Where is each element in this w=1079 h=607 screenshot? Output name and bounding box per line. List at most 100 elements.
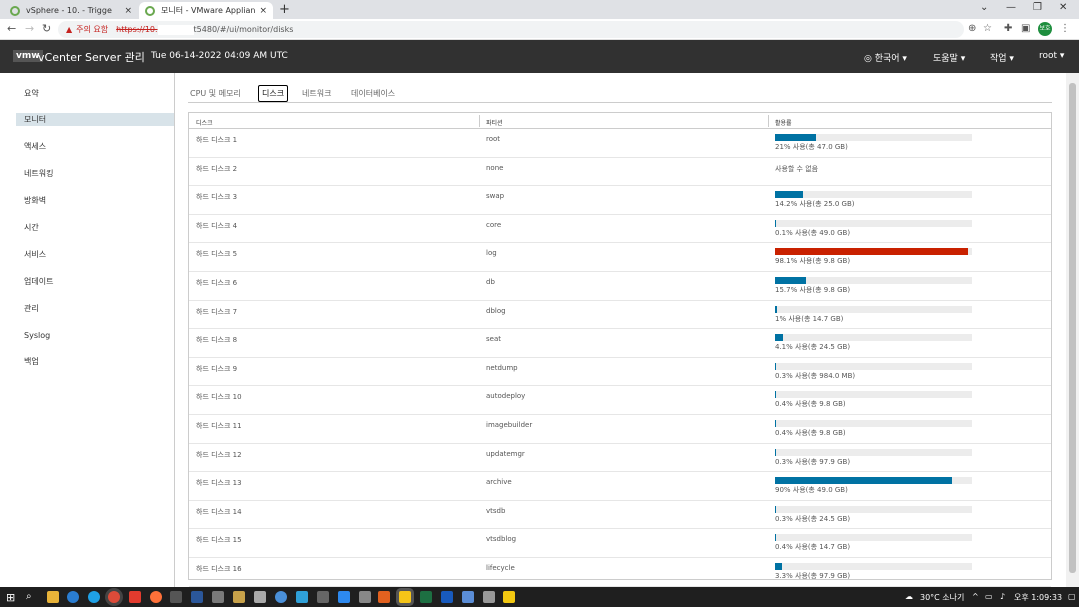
partition-cell: db (486, 278, 495, 286)
table-row: 하드 디스크 15 vtsdblog 0.4% 사용(총 14.7 GB) (189, 529, 1051, 558)
warning-icon: ▲ (66, 25, 73, 34)
weather-text[interactable]: 30°C 소나기 (920, 592, 964, 603)
sidebar-item-time[interactable]: 시간 (16, 221, 174, 234)
app-icon[interactable] (275, 591, 287, 603)
sidebar-item-backup[interactable]: 백업 (16, 355, 174, 368)
url-path: t5480/#/ui/monitor/disks (193, 25, 294, 34)
sidebar-item-administration[interactable]: 관리 (16, 302, 174, 315)
app-icon[interactable] (191, 591, 203, 603)
tab-search-icon[interactable]: ⌄ (980, 2, 988, 13)
browser-icon[interactable] (88, 591, 100, 603)
column-separator[interactable] (768, 115, 769, 127)
sidebar-item-update[interactable]: 업데이트 (16, 275, 174, 288)
search-icon[interactable]: ⌕ (26, 591, 38, 603)
tab-disks[interactable]: 디스크 (258, 85, 289, 102)
scrollbar-thumb[interactable] (1069, 83, 1076, 573)
sidebar-item-networking[interactable]: 네트워킹 (16, 167, 174, 180)
close-window-icon[interactable]: ✕ (1059, 2, 1067, 13)
app-icon[interactable] (483, 591, 495, 603)
sidebar-item-firewall[interactable]: 방화벽 (16, 194, 174, 207)
sidebar-item-monitor[interactable]: 모니터 (16, 113, 174, 126)
network-icon[interactable]: ▭ (985, 592, 993, 601)
bookmark-star-icon[interactable]: ☆ (983, 23, 992, 34)
usage-text: 0.3% 사용(총 984.0 MB) (775, 371, 856, 380)
usage-text: 0.3% 사용(총 24.5 GB) (775, 514, 851, 523)
usage-progress-bar (775, 420, 972, 427)
edge-icon[interactable] (67, 591, 79, 603)
app-icon[interactable] (233, 591, 245, 603)
app-icon[interactable] (254, 591, 266, 603)
column-separator[interactable] (479, 115, 480, 127)
maximize-icon[interactable]: ❐ (1033, 2, 1042, 13)
column-header-partition[interactable]: 파티션 (486, 118, 503, 127)
minimize-icon[interactable]: — (1006, 2, 1016, 13)
app-icon[interactable] (317, 591, 329, 603)
usage-text: 90% 사용(총 49.0 GB) (775, 486, 848, 495)
help-menu[interactable]: 도움말 ▾ (933, 51, 965, 64)
file-explorer-icon[interactable] (47, 591, 59, 603)
app-icon[interactable] (129, 591, 141, 603)
tray-chevron-icon[interactable]: ^ (972, 592, 979, 601)
close-tab-icon[interactable]: × (259, 6, 267, 16)
usage-progress-fill (775, 305, 777, 313)
usage-progress-bar (775, 277, 972, 284)
app-icon[interactable] (359, 591, 371, 603)
language-menu[interactable]: ◎ 한국어 ▾ (864, 51, 907, 64)
zoom-icon[interactable]: ⊕ (968, 23, 976, 34)
usage-text: 15.7% 사용(총 9.8 GB) (775, 286, 851, 294)
excel-icon[interactable] (420, 591, 432, 603)
new-tab-button[interactable]: + (279, 2, 290, 17)
app-icon[interactable] (212, 591, 224, 603)
column-header-utilization[interactable]: 활용률 (775, 118, 792, 127)
tab-cpu-memory[interactable]: CPU 및 메모리 (190, 88, 241, 99)
close-tab-icon[interactable]: × (124, 6, 132, 16)
sidebar-item-syslog[interactable]: Syslog (16, 329, 174, 342)
disk-name-cell: 하드 디스크 7 (196, 307, 238, 316)
disk-name-cell: 하드 디스크 9 (196, 364, 238, 373)
weather-icon[interactable]: ☁ (905, 592, 913, 601)
usage-text: 4.1% 사용(총 24.5 GB) (775, 343, 851, 352)
disk-name-cell: 하드 디스크 1 (196, 136, 238, 144)
reload-icon[interactable]: ↻ (42, 22, 51, 36)
firefox-icon[interactable] (150, 591, 162, 603)
actions-menu[interactable]: 작업 ▾ (990, 51, 1014, 64)
disk-name-cell: 하드 디스크 8 (196, 336, 238, 345)
tab-database[interactable]: 데이터베이스 (351, 88, 395, 99)
usage-text: 0.4% 사용(총 14.7 GB) (775, 543, 851, 552)
page-scrollbar[interactable] (1066, 73, 1079, 587)
column-header-disk[interactable]: 디스크 (196, 118, 213, 127)
windows-start-icon[interactable]: ⊞ (6, 591, 18, 604)
usage-progress-bar (775, 362, 972, 370)
forward-icon[interactable]: → (25, 22, 34, 36)
word-icon[interactable] (441, 591, 453, 603)
browser-tab-vsphere[interactable]: vSphere - 10. - Trigge × (4, 2, 138, 19)
usage-progress-fill (775, 420, 777, 427)
extensions-puzzle-icon[interactable]: ✚ (1004, 23, 1012, 34)
app-icon[interactable] (503, 591, 515, 603)
volume-icon[interactable]: ♪ (1000, 592, 1005, 601)
notification-icon[interactable]: ▢ (1068, 592, 1076, 601)
sidebar-item-summary[interactable]: 요약 (16, 87, 174, 100)
app-icon[interactable] (296, 591, 308, 603)
chrome-icon[interactable] (108, 591, 120, 603)
browser-menu-icon[interactable]: ⋮ (1060, 23, 1070, 34)
app-icon[interactable] (170, 591, 182, 603)
app-icon[interactable] (338, 591, 350, 603)
browser-tab-monitor[interactable]: 모니터 - VMware Appliance Ma × (139, 2, 273, 19)
usage-progress-bar (775, 134, 972, 141)
url-input[interactable]: ▲ 주의 요함 https://10. t5480/#/ui/monitor/d… (58, 21, 964, 38)
app-icon[interactable] (399, 591, 411, 603)
side-panel-icon[interactable]: ▣ (1021, 23, 1030, 34)
user-menu[interactable]: root ▾ (1039, 51, 1064, 61)
security-warning-text[interactable]: 주의 요함 (76, 24, 108, 35)
app-icon[interactable] (378, 591, 390, 603)
sidebar-item-services[interactable]: 서비스 (16, 248, 174, 261)
app-icon[interactable] (462, 591, 474, 603)
clock[interactable]: 오후 1:09:33 (1014, 592, 1062, 603)
usage-text: 14.2% 사용(총 25.0 GB) (775, 200, 855, 209)
usage-progress-fill (775, 391, 777, 399)
back-icon[interactable]: ← (7, 22, 16, 36)
profile-avatar[interactable]: 보호 (1038, 22, 1052, 36)
tab-network[interactable]: 네트워크 (302, 88, 331, 99)
sidebar-item-access[interactable]: 액세스 (16, 140, 174, 153)
